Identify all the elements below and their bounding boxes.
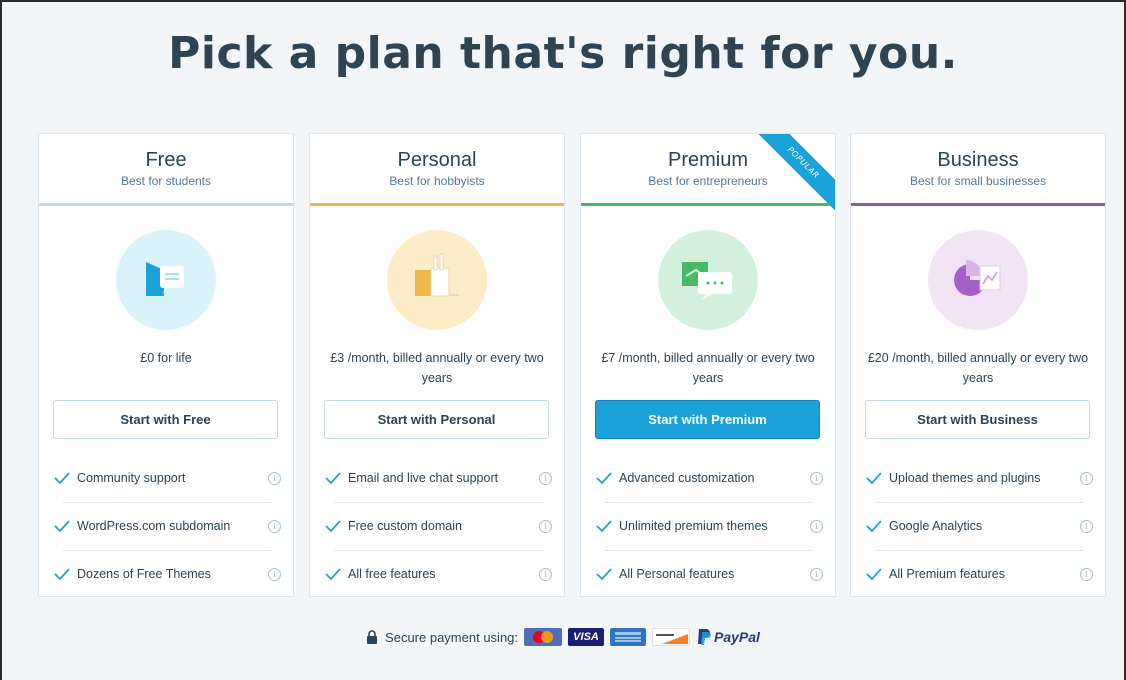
feature-item: Email and live chat support i (324, 454, 552, 502)
plan-tagline: Best for small businesses (909, 174, 1047, 188)
feature-label: Email and live chat support (348, 471, 499, 485)
feature-label: Upload themes and plugins (889, 471, 1041, 485)
plan-card-free: Free Best for students £0 for life Start… (38, 133, 294, 597)
feature-list: Advanced customization i Unlimited premi… (595, 454, 823, 596)
feature-item: All free features i (324, 550, 552, 596)
plan-header: Business Best for small businesses (851, 134, 1105, 206)
plan-price: £3 /month, billed annually or every two … (330, 351, 544, 385)
page-title: Pick a plan that's right for you. (168, 28, 958, 79)
visa-logo: VISA (568, 628, 605, 646)
feature-list: Email and live chat support i Free custo… (324, 454, 552, 596)
plan-card-business: Business Best for small businesses £20 /… (850, 133, 1106, 597)
pie-chart-icon (928, 230, 1028, 330)
discover-logo (652, 628, 691, 646)
check-icon (54, 520, 70, 533)
feature-item: All Personal features i (595, 550, 823, 596)
check-icon (596, 472, 612, 485)
info-icon[interactable]: i (810, 567, 823, 581)
start-personal-button[interactable]: Start with Personal (324, 400, 549, 439)
feature-label: Community support (77, 471, 186, 485)
check-icon (596, 520, 612, 533)
chat-bubble-icon (116, 230, 216, 330)
paypal-icon (698, 629, 712, 645)
feature-item: Google Analytics i (865, 502, 1093, 550)
plan-price: £0 for life (140, 351, 192, 365)
feature-label: All Premium features (889, 567, 1006, 581)
start-free-button[interactable]: Start with Free (53, 400, 278, 439)
amex-logo (610, 628, 647, 646)
feature-item: Advanced customization i (595, 454, 823, 502)
feature-label: All free features (348, 567, 436, 581)
chat-window-icon (658, 230, 758, 330)
plan-header: Free Best for students (39, 134, 293, 206)
info-icon[interactable]: i (810, 471, 823, 485)
info-icon[interactable]: i (539, 567, 552, 581)
feature-item: Free custom domain i (324, 502, 552, 550)
feature-label: Dozens of Free Themes (77, 567, 211, 581)
plan-card-personal: Personal Best for hobbyists £3 /month, b… (309, 133, 565, 597)
check-icon (54, 568, 70, 581)
plan-name: Free (145, 149, 187, 171)
plan-tagline: Best for hobbyists (389, 174, 485, 188)
feature-label: Advanced customization (619, 471, 755, 485)
plan-tagline: Best for entrepreneurs (648, 174, 768, 188)
feature-list: Upload themes and plugins i Google Analy… (865, 454, 1093, 596)
feature-list: Community support i WordPress.com subdom… (53, 454, 281, 596)
check-icon (866, 520, 882, 533)
feature-label: Google Analytics (889, 519, 983, 533)
plan-price: £20 /month, billed annually or every two… (867, 351, 1089, 385)
plan-card-premium: Premium Best for entrepreneurs POPULAR £… (580, 133, 836, 597)
pencil-cup-icon (387, 230, 487, 330)
info-icon[interactable]: i (268, 567, 281, 581)
info-icon[interactable]: i (268, 471, 281, 485)
info-icon[interactable]: i (539, 519, 552, 533)
info-icon[interactable]: i (539, 471, 552, 485)
plan-name: Personal (397, 149, 477, 171)
paypal-logo: PayPal (696, 628, 760, 646)
paypal-wordmark: PayPal (714, 629, 760, 645)
check-icon (325, 472, 341, 485)
feature-item: Unlimited premium themes i (595, 502, 823, 550)
plan-tagline: Best for students (120, 174, 212, 188)
feature-label: All Personal features (619, 567, 735, 581)
check-icon (866, 472, 882, 485)
check-icon (325, 520, 341, 533)
plan-name: Premium (667, 149, 748, 171)
start-premium-button[interactable]: Start with Premium (595, 400, 820, 439)
mastercard-logo (524, 628, 563, 646)
plans-grid: Free Best for students £0 for life Start… (38, 133, 1106, 597)
plan-name: Business (937, 149, 1019, 171)
plan-header: Premium Best for entrepreneurs (581, 134, 835, 206)
secure-payment-label: Secure payment using: (385, 629, 519, 645)
check-icon (866, 568, 882, 581)
check-icon (325, 568, 341, 581)
check-icon (596, 568, 612, 581)
secure-payment-row: Secure payment using: VISA PayPal (0, 628, 1126, 646)
feature-item: All Premium features i (865, 550, 1093, 596)
plan-header: Personal Best for hobbyists (310, 134, 564, 206)
feature-item: WordPress.com subdomain i (53, 502, 281, 550)
feature-label: WordPress.com subdomain (77, 519, 231, 533)
feature-label: Free custom domain (348, 519, 462, 533)
info-icon[interactable]: i (810, 519, 823, 533)
feature-label: Unlimited premium themes (619, 519, 768, 533)
info-icon[interactable]: i (1080, 519, 1093, 533)
feature-item: Community support i (53, 454, 281, 502)
plan-price: £7 /month, billed annually or every two … (601, 351, 815, 385)
start-business-button[interactable]: Start with Business (865, 400, 1090, 439)
check-icon (54, 472, 70, 485)
info-icon[interactable]: i (268, 519, 281, 533)
feature-item: Upload themes and plugins i (865, 454, 1093, 502)
info-icon[interactable]: i (1080, 567, 1093, 581)
lock-icon (367, 630, 378, 644)
feature-item: Dozens of Free Themes i (53, 550, 281, 596)
info-icon[interactable]: i (1080, 471, 1093, 485)
